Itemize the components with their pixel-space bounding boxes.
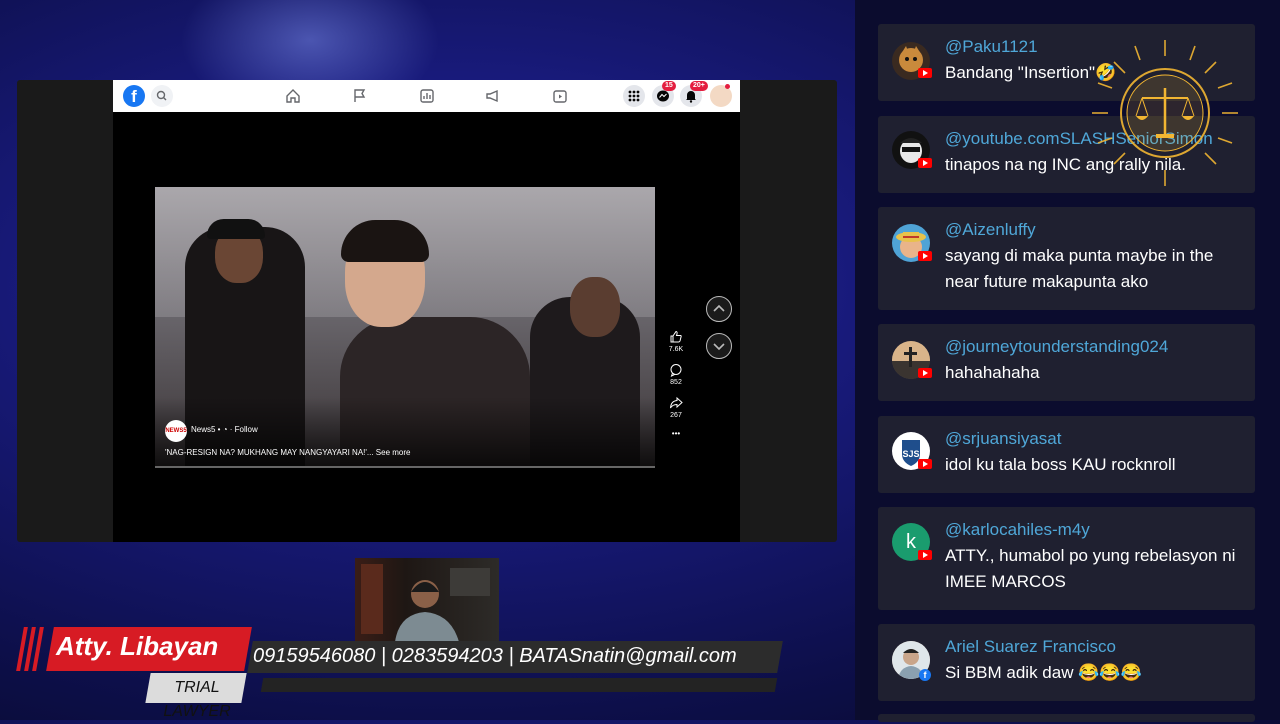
- video-actions: 7.6K 852 267 •••: [666, 330, 686, 448]
- facebook-icon: f: [919, 669, 931, 681]
- youtube-icon: [918, 158, 932, 168]
- more-icon[interactable]: •••: [666, 429, 686, 438]
- comment-icon: [670, 364, 682, 377]
- chat-message: SJS @srjuansiyasat idol ku tala boss KAU…: [878, 416, 1255, 493]
- share-count: 267: [670, 412, 682, 419]
- youtube-icon: [918, 459, 932, 469]
- gaming-icon[interactable]: [552, 88, 568, 104]
- chat-message: @journeytounderstanding024 hahahahaha: [878, 324, 1255, 401]
- like-action[interactable]: 7.6K: [666, 330, 686, 353]
- video-person-right-head: [570, 277, 620, 337]
- like-count: 7.6K: [668, 346, 684, 353]
- chat-text: sayang di maka punta maybe in the near f…: [945, 246, 1214, 291]
- chat-text: idol ku tala boss KAU rocknroll: [945, 455, 1176, 474]
- video-player[interactable]: NEWS5 News5 • ◔ · Follow 'NAG-RESIGN NA?…: [155, 187, 655, 467]
- bell-icon[interactable]: 20+: [680, 81, 708, 107]
- messenger-badge: 15: [662, 81, 676, 91]
- host-title: TRIAL LAWYER: [163, 679, 231, 720]
- profile-dot: [725, 84, 730, 89]
- notifications-badge: 20+: [690, 81, 708, 91]
- comment-action[interactable]: 852: [666, 363, 686, 386]
- scales-of-justice-logo: [1092, 40, 1238, 186]
- chart-icon[interactable]: [419, 88, 435, 104]
- video-progress-line[interactable]: [155, 466, 655, 468]
- messenger-icon[interactable]: 15: [652, 81, 676, 107]
- chat-text: hahahahaha: [945, 363, 1040, 382]
- chevron-down-icon[interactable]: [706, 333, 732, 359]
- chat-author[interactable]: @Paku1121: [945, 37, 1038, 57]
- host-webcam: [355, 558, 499, 642]
- video-person-left-cap: [207, 219, 265, 239]
- share-action[interactable]: 267: [666, 396, 686, 419]
- contact-bar-lower: [260, 678, 778, 692]
- like-icon: [670, 330, 682, 343]
- chat-author[interactable]: Ariel Suarez Francisco: [945, 637, 1116, 657]
- search-icon[interactable]: [151, 85, 173, 107]
- chat-message: k @karlocahiles-m4y ATTY., humabol po yu…: [878, 507, 1255, 610]
- chat-text: ATTY., humabol po yung rebelasyon ni IME…: [945, 546, 1236, 591]
- chat-text: Si BBM adik daw 😂😂😂: [945, 663, 1142, 682]
- comment-count: 852: [670, 379, 682, 386]
- youtube-icon: [918, 368, 932, 378]
- chat-message: @Aizenluffy sayang di maka punta maybe i…: [878, 207, 1255, 310]
- avatar-initials: SJS: [902, 449, 919, 459]
- chat-author[interactable]: @Aizenluffy: [945, 220, 1036, 240]
- flag-icon[interactable]: [352, 88, 368, 104]
- youtube-icon: [918, 68, 932, 78]
- video-source-line[interactable]: News5 • ◔ · Follow: [191, 425, 258, 434]
- chat-message: f Ariel Suarez Francisco Si BBM adik daw…: [878, 624, 1255, 701]
- youtube-icon: [918, 550, 932, 560]
- profile-avatar[interactable]: [710, 84, 732, 107]
- chat-author[interactable]: @journeytounderstanding024: [945, 337, 1168, 357]
- host-name: Atty. Libayan: [56, 631, 219, 661]
- home-icon[interactable]: [285, 88, 301, 104]
- facebook-logo[interactable]: f: [123, 85, 145, 107]
- share-icon: [670, 396, 683, 409]
- chat-author[interactable]: @karlocahiles-m4y: [945, 520, 1090, 540]
- chat-message-partial: [878, 714, 1255, 722]
- video-person-center-hair: [341, 220, 429, 262]
- chat-author[interactable]: @srjuansiyasat: [945, 429, 1061, 449]
- news5-avatar[interactable]: NEWS5: [165, 420, 187, 442]
- megaphone-icon[interactable]: [485, 88, 501, 104]
- facebook-top-bar: f 15 20+: [113, 80, 740, 112]
- chevron-up-icon[interactable]: [706, 296, 732, 322]
- menu-grid-icon[interactable]: [623, 85, 645, 107]
- youtube-icon: [918, 251, 932, 261]
- facebook-window: f 15 20+ NEWS5 News5 • ◔ · Follow 'NAG-R…: [113, 80, 740, 542]
- contact-info: 09159546080 | 0283594203 | BATASnatin@gm…: [253, 645, 737, 667]
- video-caption[interactable]: 'NAG-RESIGN NA? MUKHANG MAY NANGYAYARI N…: [165, 448, 410, 457]
